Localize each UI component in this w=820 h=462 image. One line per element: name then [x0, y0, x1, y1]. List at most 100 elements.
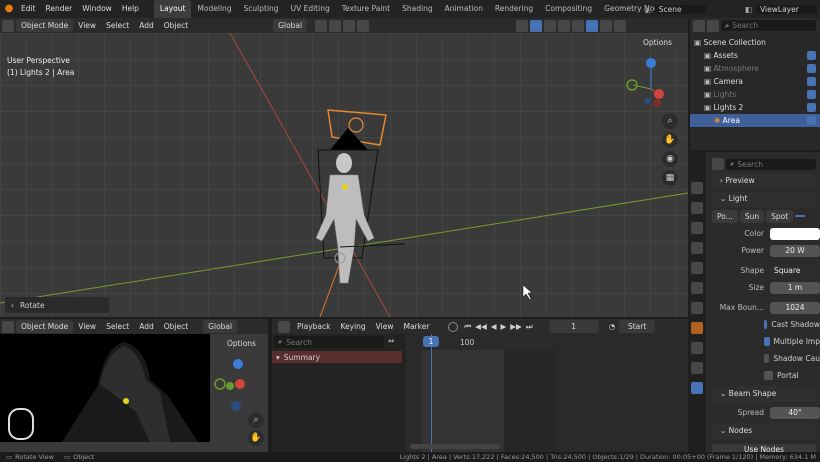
timeline-graph[interactable]: 1 100: [406, 334, 688, 452]
navigation-gizmo[interactable]: [625, 55, 673, 111]
view-layer-tab-icon[interactable]: [691, 242, 703, 254]
exclude-checkbox[interactable]: [807, 90, 816, 99]
blender-logo-icon[interactable]: ●: [2, 2, 16, 16]
light-data-tab-icon[interactable]: [691, 382, 703, 394]
viewport-menu-add[interactable]: Add: [134, 17, 159, 35]
editor-type-icon[interactable]: [2, 19, 14, 32]
properties-editor-type-icon[interactable]: [712, 158, 724, 170]
world-tab-icon[interactable]: [691, 282, 703, 294]
pivot-icon[interactable]: [315, 19, 328, 32]
viewport-menu-view[interactable]: View: [73, 17, 101, 35]
render-tab-icon[interactable]: [691, 202, 703, 214]
play-reverse-icon[interactable]: ◀: [491, 322, 497, 331]
power-field[interactable]: 20 W: [770, 244, 820, 257]
tab-rendering[interactable]: Rendering: [489, 0, 539, 18]
timeline-menu-playback[interactable]: Playback: [292, 318, 335, 336]
zoom-icon[interactable]: ⌕: [662, 113, 678, 129]
properties-search-field[interactable]: ⌕ Search: [726, 158, 816, 170]
camera-editor-type-icon[interactable]: [2, 320, 14, 333]
multiple-importance-checkbox[interactable]: [764, 337, 770, 346]
jump-end-icon[interactable]: ⏭: [526, 322, 533, 332]
menu-help[interactable]: Help: [117, 0, 144, 18]
scene-name[interactable]: Scene: [654, 4, 706, 14]
xray-icon[interactable]: [558, 19, 571, 32]
view-layer-name[interactable]: ViewLayer: [756, 4, 817, 14]
viewport-menu-object[interactable]: Object: [159, 17, 193, 35]
menu-edit[interactable]: Edit: [16, 0, 41, 18]
exclude-checkbox[interactable]: [807, 77, 816, 86]
constraints-tab-icon[interactable]: [691, 362, 703, 374]
3d-viewport[interactable]: User Perspective (1) Lights 2 | Area Opt…: [0, 33, 688, 317]
camera-pan-icon[interactable]: ✋: [248, 430, 264, 446]
jump-start-icon[interactable]: ⏮: [464, 322, 471, 332]
clock-icon[interactable]: ◔: [609, 322, 616, 331]
outliner-item[interactable]: ▣ Assets: [690, 49, 820, 62]
tab-texture-paint[interactable]: Texture Paint: [336, 0, 396, 18]
last-operator-panel[interactable]: › Rotate: [5, 297, 109, 313]
tab-modeling[interactable]: Modeling: [191, 0, 237, 18]
physics-tab-icon[interactable]: [691, 342, 703, 354]
camera-menu-object[interactable]: Object: [159, 318, 193, 336]
light-panel[interactable]: ⌄ Light: [712, 191, 816, 207]
object-tab-icon[interactable]: [691, 322, 703, 334]
size-field[interactable]: 1 m: [770, 281, 820, 294]
max-bounces-field[interactable]: 1024: [770, 301, 820, 314]
outliner[interactable]: ⌕ Search ▣ Scene Collection ▣ Assets ▣ Atm…: [690, 18, 820, 150]
proportional-edit-icon[interactable]: [357, 19, 370, 32]
start-frame-field[interactable]: Start: [619, 320, 656, 333]
exclude-checkbox[interactable]: [807, 103, 816, 112]
exclude-checkbox[interactable]: [807, 116, 816, 125]
exclude-checkbox[interactable]: [807, 51, 816, 60]
properties-editor[interactable]: ⌕ Search › Preview ⌄ Light Po... Sun Spo…: [688, 152, 820, 456]
tab-uv-editing[interactable]: UV Editing: [285, 0, 336, 18]
camera-transform-dropdown[interactable]: Global: [203, 320, 238, 333]
outliner-editor-type-icon[interactable]: [693, 19, 705, 32]
light-type-spot[interactable]: Spot: [766, 209, 794, 223]
camera-navigation-gizmo[interactable]: [212, 358, 252, 414]
outliner-item[interactable]: ▣ Lights 2: [690, 101, 820, 114]
play-icon[interactable]: ▶: [501, 322, 507, 331]
shading-rendered-icon[interactable]: [614, 19, 627, 32]
record-icon[interactable]: [448, 321, 459, 332]
timeline-menu-view[interactable]: View: [371, 318, 399, 336]
preview-panel[interactable]: › Preview: [712, 173, 816, 189]
camera-view-icon[interactable]: ◉: [662, 151, 678, 167]
light-type-point[interactable]: Po...: [712, 209, 738, 223]
playhead[interactable]: 1: [423, 336, 439, 347]
scene-selector[interactable]: ◭ Scene: [645, 3, 706, 15]
timeline-menu-marker[interactable]: Marker: [398, 318, 434, 336]
timeline-area[interactable]: ⌕ Search ⇔ ▾ Summary 1 100: [272, 334, 688, 452]
scene-tab-icon[interactable]: [691, 262, 703, 274]
camera-zoom-icon[interactable]: ⌕: [248, 412, 264, 428]
filter-icon[interactable]: [707, 19, 719, 32]
transform-orientation-dropdown[interactable]: Global: [273, 19, 308, 32]
menu-render[interactable]: Render: [41, 0, 78, 18]
current-frame-field[interactable]: 1: [548, 320, 599, 333]
viewport-menu-select[interactable]: Select: [101, 17, 134, 35]
next-keyframe-icon[interactable]: ▶▶: [510, 322, 522, 331]
summary-row[interactable]: ▾ Summary: [272, 351, 402, 363]
shading-material-icon[interactable]: [600, 19, 613, 32]
viewport-options-button[interactable]: Options: [638, 36, 677, 49]
camera-menu-add[interactable]: Add: [134, 318, 159, 336]
tab-compositing[interactable]: Compositing: [539, 0, 598, 18]
tool-tab-icon[interactable]: [691, 182, 703, 194]
outliner-item[interactable]: ▣ Lights: [690, 88, 820, 101]
tab-animation[interactable]: Animation: [439, 0, 489, 18]
snap-target-icon[interactable]: [343, 19, 356, 32]
swap-icon[interactable]: ⇔: [388, 336, 394, 345]
light-type-area[interactable]: [795, 215, 806, 217]
cast-shadow-checkbox[interactable]: [764, 320, 768, 329]
color-swatch[interactable]: [770, 227, 820, 240]
outliner-item[interactable]: ▣ Scene Collection: [690, 36, 820, 49]
exclude-checkbox[interactable]: [807, 64, 816, 73]
collection-tab-icon[interactable]: [691, 302, 703, 314]
timeline-editor-type-icon[interactable]: [278, 320, 290, 333]
timeline-search-field[interactable]: ⌕ Search: [274, 336, 384, 348]
camera-mode-dropdown[interactable]: Object Mode: [16, 320, 74, 333]
visibility-icon[interactable]: [516, 19, 529, 32]
shadow-caustics-checkbox[interactable]: [764, 354, 770, 363]
portal-checkbox[interactable]: [764, 371, 773, 380]
overlay-icon[interactable]: [544, 19, 557, 32]
tab-shading[interactable]: Shading: [396, 0, 438, 18]
